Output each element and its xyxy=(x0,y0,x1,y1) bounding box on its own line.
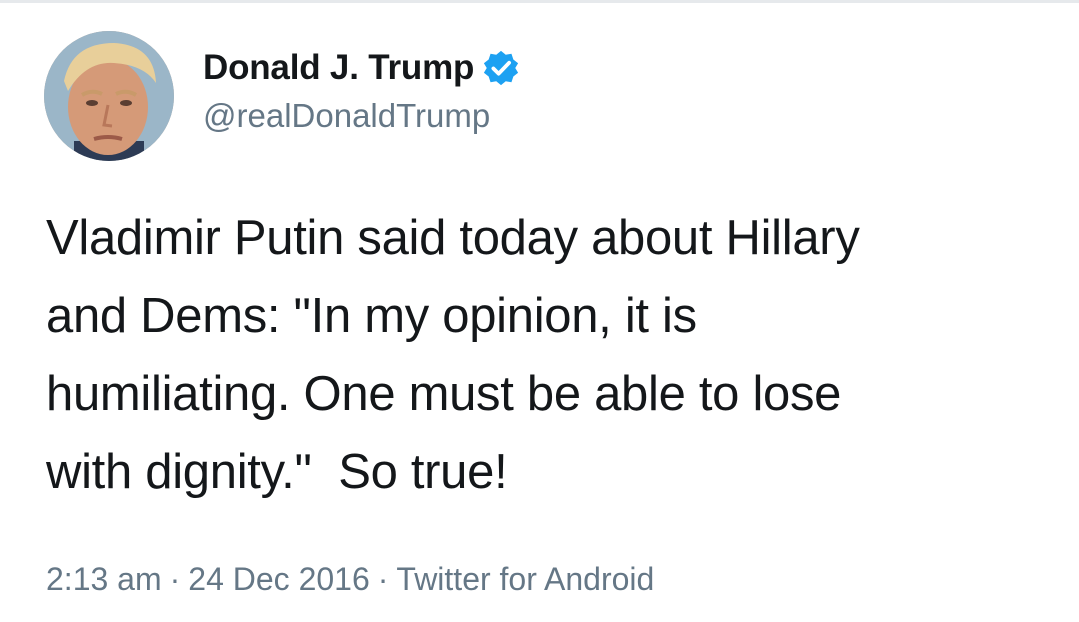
tweet-time[interactable]: 2:13 am xyxy=(46,561,162,597)
tweet-meta: 2:13 am · 24 Dec 2016 · Twitter for Android xyxy=(46,561,654,598)
profile-photo xyxy=(44,31,174,161)
verified-badge-icon xyxy=(482,49,520,87)
tweet-source[interactable]: Twitter for Android xyxy=(396,561,654,597)
avatar[interactable] xyxy=(44,31,174,161)
meta-separator: · xyxy=(377,561,389,597)
tweet-date[interactable]: 24 Dec 2016 xyxy=(188,561,369,597)
tweet-card: Donald J. Trump @realDonaldTrump Vladimi… xyxy=(0,0,1079,622)
tweet-text: Vladimir Putin said today about Hillary … xyxy=(46,211,860,499)
display-name[interactable]: Donald J. Trump xyxy=(203,48,474,88)
meta-separator: · xyxy=(169,561,181,597)
author-name-row[interactable]: Donald J. Trump xyxy=(203,46,520,90)
handle[interactable]: @realDonaldTrump xyxy=(203,97,490,135)
